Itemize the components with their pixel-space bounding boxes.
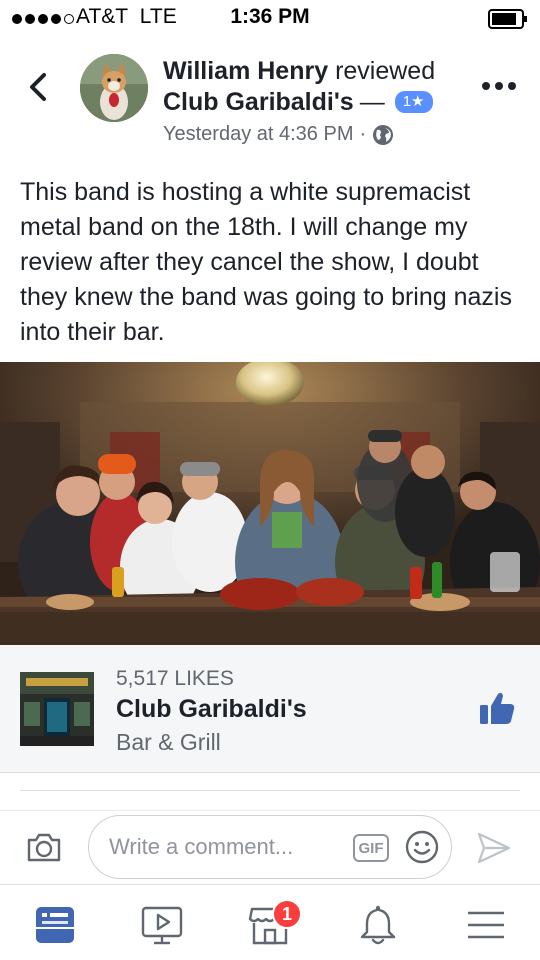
timestamp-separator: · xyxy=(359,123,367,145)
rating-badge: 1★ xyxy=(394,91,433,113)
clock: 1:36 PM xyxy=(230,5,310,28)
like-page-button[interactable] xyxy=(478,690,516,726)
marketplace-badge: 1 xyxy=(272,899,302,929)
bottom-navigation: 1 xyxy=(0,884,540,960)
page-likes-count: 5,517 LIKES xyxy=(116,667,234,690)
page-card-name[interactable]: Club Garibaldi's xyxy=(116,695,307,724)
post-text: This band is hosting a white supremacist… xyxy=(20,178,512,346)
header-dash: — xyxy=(359,88,385,116)
video-icon[interactable] xyxy=(140,903,184,947)
news-feed-icon[interactable] xyxy=(33,903,77,947)
post-timestamp[interactable]: Yesterday at 4:36 PM xyxy=(163,123,354,146)
review-action-label: reviewed xyxy=(335,57,436,85)
post-photo[interactable] xyxy=(0,362,540,645)
status-bar: AT&T LTE 1:36 PM xyxy=(0,0,540,38)
battery-icon xyxy=(488,9,527,29)
page-category: Bar & Grill xyxy=(116,729,221,755)
page-thumbnail[interactable] xyxy=(20,672,94,746)
send-icon[interactable] xyxy=(476,831,512,865)
emoji-icon[interactable] xyxy=(405,830,439,864)
menu-icon[interactable] xyxy=(464,903,508,947)
camera-icon[interactable] xyxy=(26,831,62,863)
more-dot-icon xyxy=(482,82,490,90)
comment-bar: GIF xyxy=(0,810,540,884)
more-options-button[interactable] xyxy=(482,82,518,96)
section-divider xyxy=(20,790,520,791)
author-avatar[interactable] xyxy=(80,54,148,122)
gif-button[interactable]: GIF xyxy=(353,834,389,862)
reviewed-page-link[interactable]: Club Garibaldi's xyxy=(163,86,354,118)
author-name[interactable]: William Henry xyxy=(163,57,328,85)
comment-input[interactable] xyxy=(109,830,339,864)
more-dot-icon xyxy=(508,82,516,90)
post-header: William Henry reviewed Club Garibaldi's … xyxy=(163,56,473,146)
page-card[interactable]: 5,517 LIKES Club Garibaldi's Bar & Grill xyxy=(0,645,540,773)
comment-box[interactable]: GIF xyxy=(88,815,452,879)
back-button[interactable] xyxy=(22,70,56,104)
globe-icon xyxy=(373,124,394,145)
more-dot-icon xyxy=(495,82,503,90)
notifications-icon[interactable] xyxy=(356,903,400,947)
